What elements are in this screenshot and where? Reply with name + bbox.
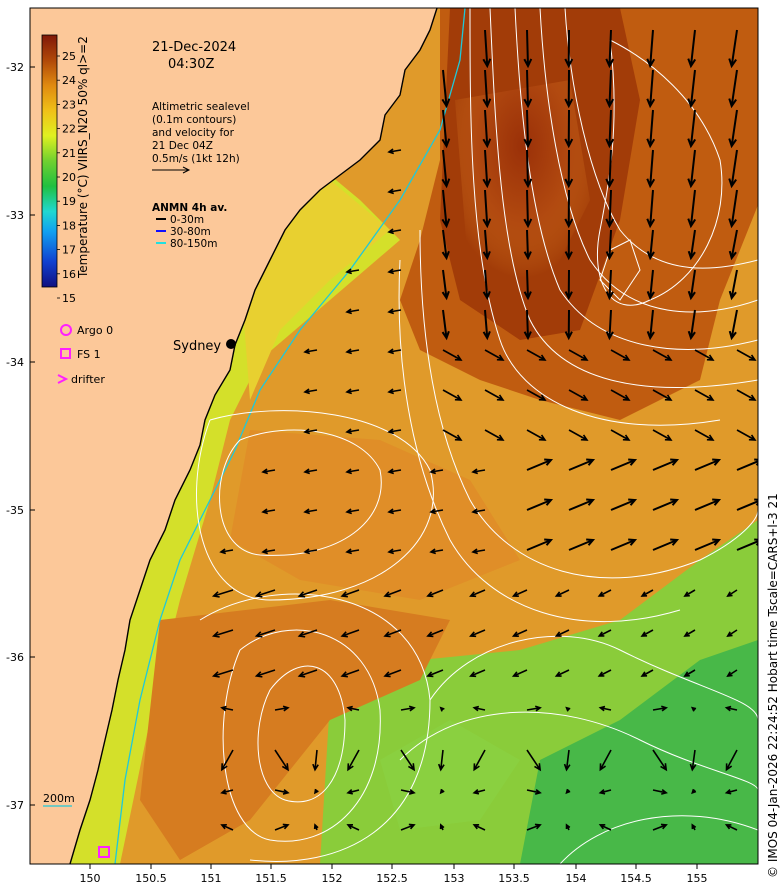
x-tick-label: 155 bbox=[687, 872, 708, 885]
colorbar-tick-label: 22 bbox=[62, 123, 76, 136]
y-tick-label: -35 bbox=[6, 504, 24, 517]
svg-text:0-30m: 0-30m bbox=[170, 214, 204, 226]
x-tick-label: 150 bbox=[80, 872, 101, 885]
svg-text:Argo 0: Argo 0 bbox=[77, 324, 113, 337]
colorbar-tick-label: 23 bbox=[62, 98, 76, 111]
y-tick-label: -36 bbox=[6, 651, 24, 664]
colorbar-tick-label: 15 bbox=[62, 292, 76, 305]
city-label: Sydney bbox=[173, 339, 221, 354]
isobath-label: 200m bbox=[43, 792, 75, 805]
svg-text:ANMN 4h av.: ANMN 4h av. bbox=[152, 202, 227, 214]
colorbar-tick-label: 24 bbox=[62, 74, 76, 87]
x-tick-label: 153.5 bbox=[498, 872, 530, 885]
x-tick-label: 151 bbox=[201, 872, 222, 885]
x-tick-label: 154.5 bbox=[620, 872, 652, 885]
colorbar-tick-label: 16 bbox=[62, 268, 76, 281]
y-tick-label: -32 bbox=[6, 61, 24, 74]
sydney-city-dot bbox=[226, 339, 236, 349]
svg-text:drifter: drifter bbox=[71, 373, 105, 386]
svg-text:0.5m/s (1kt 12h): 0.5m/s (1kt 12h) bbox=[152, 153, 240, 165]
colorbar-tick-label: 19 bbox=[62, 195, 76, 208]
date-label: 21-Dec-2024 bbox=[152, 40, 236, 55]
colorbar-label: Temperature (°C) VIIRS_N20 50% ql>=2 bbox=[76, 36, 90, 279]
svg-text:Altimetric sealevel: Altimetric sealevel bbox=[152, 101, 250, 113]
x-tick-label: 153 bbox=[444, 872, 465, 885]
x-tick-label: 152.5 bbox=[376, 872, 408, 885]
colorbar-tick-label: 20 bbox=[62, 171, 76, 184]
svg-text:and velocity for: and velocity for bbox=[152, 127, 235, 139]
colorbar-tick-label: 21 bbox=[62, 147, 76, 160]
svg-text:(0.1m contours): (0.1m contours) bbox=[152, 114, 236, 126]
svg-text:30-80m: 30-80m bbox=[170, 226, 211, 238]
credit-text: © IMOS 04-Jan-2026 22:24:52 Hobart time … bbox=[766, 493, 780, 878]
colorbar-tick-label: 17 bbox=[62, 244, 76, 257]
x-tick-label: 151.5 bbox=[255, 872, 287, 885]
time-label: 04:30Z bbox=[168, 57, 214, 72]
sst-map: 25 24 23 22 21 20 19 18 17 16 15 Temperature (°C) … bbox=[6, 7, 780, 885]
colorbar-tick-label: 25 bbox=[62, 50, 76, 63]
svg-text:FS 1: FS 1 bbox=[77, 348, 101, 361]
x-axis: 150 150.5 151 151.5 152 152.5 153 153.5 154 154.5… bbox=[80, 864, 708, 885]
y-tick-label: -34 bbox=[6, 356, 24, 369]
x-tick-label: 152 bbox=[322, 872, 343, 885]
x-tick-label: 154 bbox=[566, 872, 587, 885]
colorbar-tick-label: 18 bbox=[62, 219, 76, 232]
y-tick-label: -33 bbox=[6, 209, 24, 222]
svg-text:21 Dec 04Z: 21 Dec 04Z bbox=[152, 140, 213, 152]
svg-text:80-150m: 80-150m bbox=[170, 238, 217, 250]
y-tick-label: -37 bbox=[6, 799, 24, 812]
x-tick-label: 150.5 bbox=[135, 872, 167, 885]
